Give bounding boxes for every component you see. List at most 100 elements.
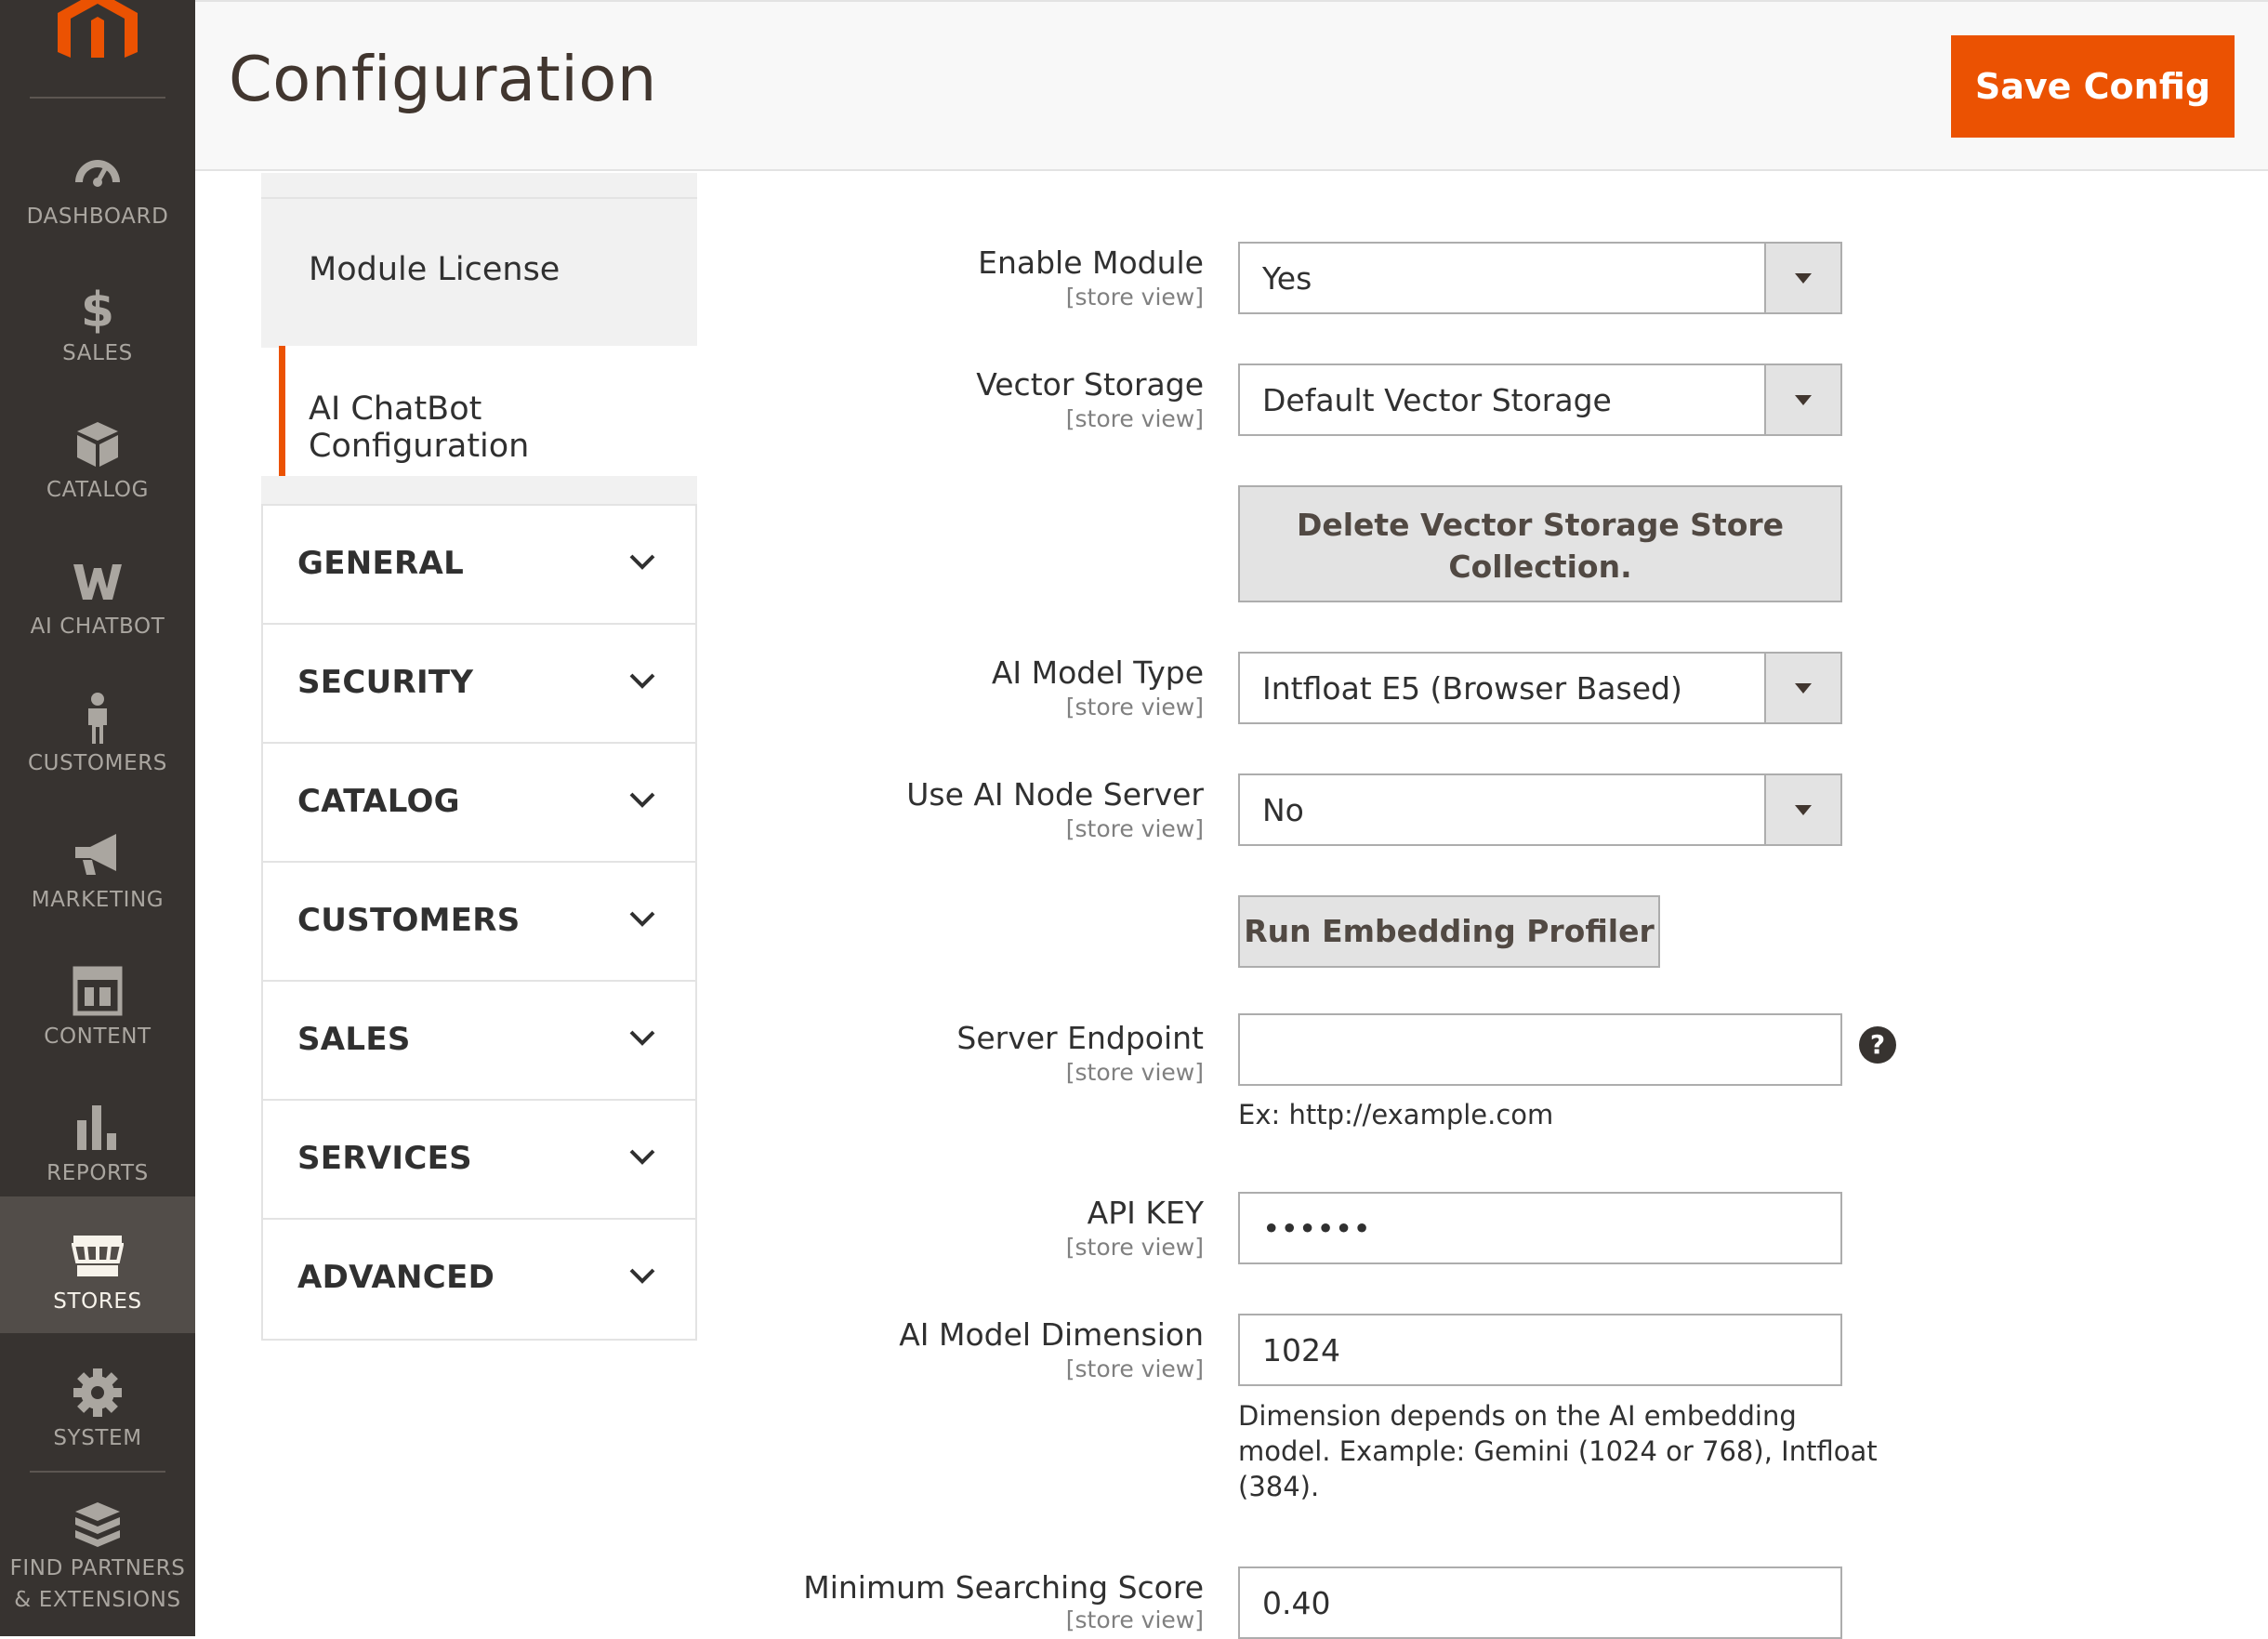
dropdown-toggle[interactable] [1764,365,1840,434]
note-line: model. Example: Gemini (1024 or 768), In… [1238,1435,1878,1467]
admin-menu: DASHBOARD $ SALES CATALOG AI CHATBOT CUS… [0,0,195,1636]
chevron-down-icon [629,792,655,808]
section-security[interactable]: SECURITY [263,625,695,744]
scope-label: [store view] [1065,815,1204,842]
section-label: CUSTOMERS [297,902,521,939]
menu-item-system[interactable]: SYSTEM [0,1333,195,1470]
enable-module-label: Enable Module [978,245,1204,281]
ai-model-type-label: AI Model Type [991,654,1204,691]
magento-logo-icon[interactable] [58,0,138,58]
person-icon [88,693,107,744]
server-endpoint-note: Ex: http://example.com [1238,1099,1554,1130]
menu-label-marketing: MARKETING [31,888,165,912]
tab-module-license[interactable]: Module License [261,197,697,348]
section-label: SALES [297,1021,411,1058]
menu-label-system: SYSTEM [53,1426,142,1450]
caret-down-icon [1795,683,1812,694]
tab-strip [261,173,697,197]
menu-label-content: CONTENT [44,1024,152,1049]
menu-label-customers: CUSTOMERS [27,751,167,775]
api-key-input[interactable] [1238,1192,1842,1264]
menu-label-find-partners: FIND PARTNERS & EXTENSIONS [0,1553,195,1616]
select-value: Yes [1262,260,1312,297]
min-search-score-input[interactable] [1238,1566,1842,1639]
use-node-server-label: Use AI Node Server [906,776,1204,813]
tab-strip [261,476,697,504]
dropdown-toggle[interactable] [1764,244,1840,312]
menu-label-stores: STORES [53,1289,142,1314]
menu-divider [30,1471,165,1473]
menu-item-content[interactable]: CONTENT [0,932,195,1068]
server-endpoint-label: Server Endpoint [956,1020,1204,1056]
ai-model-type-select[interactable]: Intfloat E5 (Browser Based) [1238,652,1842,724]
dropdown-toggle[interactable] [1764,654,1840,722]
select-value: Default Vector Storage [1262,382,1612,418]
dropdown-toggle[interactable] [1764,775,1840,844]
section-services[interactable]: SERVICES [263,1101,695,1220]
scope-label: [store view] [1065,1234,1204,1261]
dashboard-icon [75,160,120,187]
use-node-server-select[interactable]: No [1238,773,1842,846]
layout-icon [73,966,123,1016]
enable-module-select[interactable]: Yes [1238,242,1842,314]
section-customers[interactable]: CUSTOMERS [263,863,695,982]
menu-item-reports[interactable]: REPORTS [0,1068,195,1205]
ai-model-dimension-label: AI Model Dimension [899,1316,1204,1353]
menu-item-ai-chatbot[interactable]: AI CHATBOT [0,522,195,658]
scope-label: [store view] [1065,694,1204,720]
tab-label: AI ChatBot Configuration [309,390,530,465]
tab-ai-chatbot-configuration[interactable]: AI ChatBot Configuration [279,346,697,476]
note-line: Dimension depends on the AI embedding [1238,1400,1797,1432]
dollar-icon: $ [81,283,114,334]
section-advanced[interactable]: ADVANCED [263,1220,695,1339]
menu-item-stores[interactable]: STORES [0,1196,195,1333]
menu-label-sales: SALES [62,341,133,365]
chevron-down-icon [629,1030,655,1046]
store-icon [72,1236,124,1276]
gear-icon [73,1368,122,1417]
delete-vector-storage-button[interactable]: Delete Vector Storage Store Collection. [1238,485,1842,602]
menu-label-reports: REPORTS [46,1161,149,1185]
caret-down-icon [1795,273,1812,284]
run-embedding-profiler-button[interactable]: Run Embedding Profiler [1238,895,1660,968]
page-header: Configuration Save Config [195,0,2268,171]
chevron-down-icon [629,1268,655,1284]
ai-chatbot-icon [73,564,122,600]
caret-down-icon [1795,395,1812,405]
chevron-down-icon [629,554,655,570]
help-icon[interactable]: ? [1859,1026,1896,1064]
section-sales[interactable]: SALES [263,982,695,1101]
box-icon [77,422,118,467]
section-catalog[interactable]: CATALOG [263,744,695,863]
section-general[interactable]: GENERAL [263,506,695,625]
menu-item-catalog[interactable]: CATALOG [0,385,195,522]
select-value: Intfloat E5 (Browser Based) [1262,670,1682,707]
ai-model-dimension-note: Dimension depends on the AI embedding mo… [1238,1398,1878,1504]
section-label: CATALOG [297,783,460,820]
menu-item-sales[interactable]: $ SALES [0,248,195,385]
menu-item-dashboard[interactable]: DASHBOARD [0,112,195,248]
section-label: SECURITY [297,664,474,701]
menu-label-line: FIND PARTNERS [9,1556,186,1580]
menu-item-customers[interactable]: CUSTOMERS [0,658,195,795]
button-label-line: Delete Vector Storage Store [1296,507,1785,543]
menu-item-find-partners[interactable]: FIND PARTNERS & EXTENSIONS [0,1478,195,1636]
scope-label: [store view] [1065,1355,1204,1382]
section-label: GENERAL [297,545,465,582]
bar-chart-icon [77,1105,116,1150]
ai-model-dimension-input[interactable] [1238,1314,1842,1386]
menu-item-marketing[interactable]: MARKETING [0,795,195,932]
note-line: (384). [1238,1471,1320,1502]
chevron-down-icon [629,911,655,927]
min-search-score-label: Minimum Searching Score [803,1569,1204,1606]
server-endpoint-input[interactable] [1238,1013,1842,1086]
button-label-line: Collection. [1448,549,1632,585]
api-key-label: API KEY [1087,1195,1204,1231]
tab-label: Module License [309,251,560,288]
config-sections: GENERAL SECURITY CATALOG CUSTOMERS SALES… [261,504,697,1341]
scope-label: [store view] [1065,1606,1204,1633]
svg-text:$: $ [81,283,114,334]
vector-storage-select[interactable]: Default Vector Storage [1238,363,1842,436]
save-config-button[interactable]: Save Config [1951,35,2235,138]
megaphone-icon [75,834,116,875]
